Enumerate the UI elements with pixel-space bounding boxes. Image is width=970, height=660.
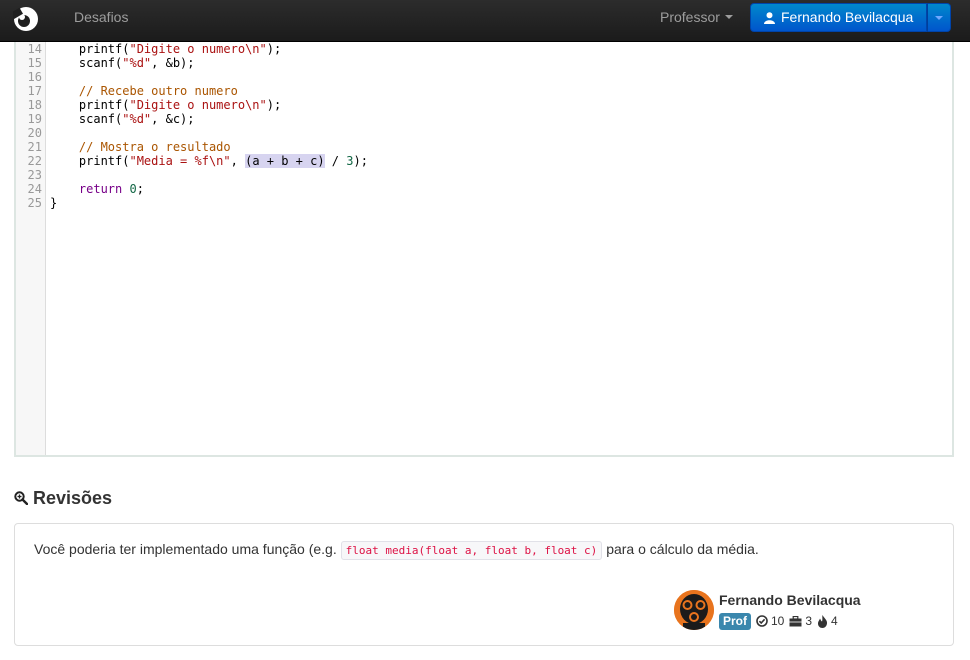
line-number: 25 <box>27 196 42 210</box>
code-line[interactable]: } <box>50 196 57 210</box>
code-line[interactable]: printf("Media = %f\n", (a + b + c) / 3); <box>50 154 368 168</box>
code-token: "Media = %f\n" <box>129 154 231 168</box>
line-number-gutter: 14 15 16 17 18 19 20 21 22 23 24 25 <box>16 42 46 455</box>
user-dropdown-toggle[interactable] <box>927 3 952 32</box>
line-number: 19 <box>27 112 42 126</box>
user-button-label: Fernando Bevilacqua <box>781 9 914 25</box>
code-token: } <box>50 196 58 210</box>
code-token: , <box>230 154 246 168</box>
code-token: printf( <box>50 98 130 112</box>
code-line[interactable]: printf("Digite o numero\n"); <box>50 98 281 112</box>
line-number: 16 <box>27 70 42 84</box>
comment-text-after: para o cálculo da média. <box>602 541 759 557</box>
code-token: / <box>324 154 347 168</box>
nav-professor-label: Professor <box>660 9 720 25</box>
stat-briefcase: 3 <box>789 614 812 628</box>
caret-down-icon <box>935 15 944 20</box>
line-number: 15 <box>27 56 42 70</box>
code-line[interactable]: // Mostra o resultado <box>50 140 231 154</box>
stat-ok-value: 10 <box>771 614 785 628</box>
line-number: 24 <box>27 182 42 196</box>
line-number: 21 <box>27 140 42 154</box>
code-line[interactable]: scanf("%d", &c); <box>50 112 195 126</box>
code-line[interactable]: scanf("%d", &b); <box>50 56 195 70</box>
stat-fire-value: 4 <box>831 614 838 628</box>
code-line[interactable]: // Recebe outro numero <box>50 84 238 98</box>
comment-text-before: Você poderia ter implementado uma função… <box>34 541 341 557</box>
comment-inline-code: float media(float a, float b, float c) <box>340 541 603 560</box>
code-token: // Mostra o resultado <box>78 140 231 154</box>
status-badge: Prof <box>719 612 751 630</box>
code-token: "%d" <box>122 56 152 70</box>
briefcase-icon <box>789 615 802 626</box>
stat-ok: 10 <box>756 614 784 628</box>
code-token: 0 <box>129 182 137 196</box>
nav-dropdown-professor[interactable]: Professor <box>660 0 733 42</box>
code-token: "Digite o numero\n" <box>129 42 267 56</box>
code-line[interactable]: return 0; <box>50 182 144 196</box>
avatar[interactable] <box>674 590 714 630</box>
code-token: ); <box>266 42 282 56</box>
code-editor[interactable]: 14 15 16 17 18 19 20 21 22 23 24 25 printf("Digite … <box>14 42 954 457</box>
line-number: 17 <box>27 84 42 98</box>
code-token: // Recebe outro numero <box>78 84 238 98</box>
code-token: (a + b + c) <box>245 154 325 168</box>
check-circle-icon <box>756 615 768 627</box>
code-token: 3 <box>346 154 354 168</box>
code-token: , &c); <box>151 112 195 126</box>
caret-down-icon <box>724 15 733 20</box>
fire-icon <box>818 614 828 628</box>
author-name[interactable]: Fernando Bevilacqua <box>719 592 861 608</box>
user-icon <box>764 11 775 24</box>
circle-logo-icon[interactable] <box>8 6 39 32</box>
user-profile-button[interactable]: Fernando Bevilacqua <box>750 3 928 32</box>
code-token: ); <box>266 98 282 112</box>
line-number: 23 <box>27 168 42 182</box>
line-number: 20 <box>27 126 42 140</box>
code-token: ; <box>136 182 144 196</box>
line-number: 14 <box>27 42 42 56</box>
code-token: return <box>78 182 123 196</box>
code-token: "%d" <box>122 112 152 126</box>
code-token: printf( <box>50 154 130 168</box>
stat-briefcase-value: 3 <box>805 614 813 628</box>
revision-comment: Você poderia ter implementado uma função… <box>34 541 759 560</box>
code-token: "Digite o numero\n" <box>129 98 267 112</box>
line-number: 22 <box>27 154 42 168</box>
stat-fire: 4 <box>817 614 838 628</box>
code-token: scanf( <box>50 56 123 70</box>
code-token: , &b); <box>151 56 195 70</box>
code-token: printf( <box>50 42 130 56</box>
revision-card: Você poderia ter implementado uma função… <box>14 523 954 646</box>
code-line[interactable]: printf("Digite o numero\n"); <box>50 42 281 56</box>
code-token: ); <box>353 154 368 168</box>
zoom-in-icon <box>14 491 28 505</box>
code-token: scanf( <box>50 112 123 126</box>
author-stats: Prof 10 3 4 <box>719 612 843 630</box>
revisions-title: Revisões <box>33 487 113 508</box>
revisions-header: Revisões <box>14 486 112 510</box>
user-button-group: Fernando Bevilacqua <box>750 3 952 32</box>
nav-link-desafios[interactable]: Desafios <box>74 0 128 42</box>
top-navbar: Desafios Professor Fernando Bevilacqua <box>0 0 970 42</box>
line-number: 18 <box>27 98 42 112</box>
